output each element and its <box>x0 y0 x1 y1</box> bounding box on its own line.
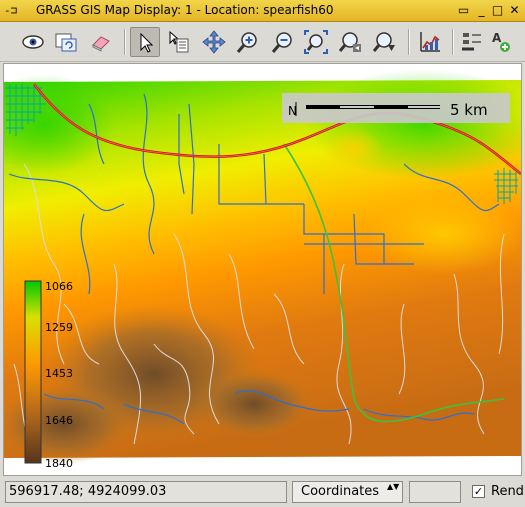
legend-label: 1646 <box>45 414 73 427</box>
text-add-icon: A <box>492 31 510 52</box>
scale-label: 5 km <box>450 101 488 119</box>
legend-label: 1259 <box>45 321 73 334</box>
zoom-options-button[interactable] <box>370 27 400 57</box>
add-text-button[interactable]: A <box>485 27 515 57</box>
overlay-icon <box>462 33 481 51</box>
hill-area <box>364 194 521 274</box>
analyze-chart-icon <box>420 32 440 52</box>
zoom-extent-button[interactable] <box>301 27 331 57</box>
status-bar: 596917.48; 4924099.03 Coordinates ▲▼ ✓ R… <box>0 478 525 507</box>
checkbox-check-icon[interactable]: ✓ <box>472 485 485 498</box>
toolbar-separator <box>408 29 410 55</box>
zoom-out-button[interactable] <box>268 27 298 57</box>
pointer-button[interactable] <box>130 27 160 57</box>
query-button[interactable] <box>164 27 194 57</box>
pan-arrows-icon <box>202 30 226 54</box>
window-menu-icon[interactable]: -⊐ <box>4 4 20 18</box>
scale-bar: N 5 km <box>282 93 510 123</box>
display-map-button[interactable] <box>18 27 48 57</box>
mode-select-value: Coordinates <box>301 484 380 499</box>
zoom-in-button[interactable] <box>233 27 263 57</box>
zoom-in-icon <box>236 32 257 53</box>
map-toolbar: A <box>0 22 525 62</box>
eraser-icon <box>92 36 110 52</box>
render-map-button[interactable] <box>51 27 81 57</box>
legend-label: 1453 <box>45 367 73 380</box>
highland-area <box>194 369 314 439</box>
render-icon <box>55 33 77 52</box>
shade-window-button[interactable]: ▭ <box>456 3 471 18</box>
close-window-button[interactable]: ✕ <box>507 3 522 18</box>
map-canvas[interactable]: N 5 km 1066 1259 1453 1646 1840 <box>3 63 522 476</box>
eye-icon <box>22 35 44 49</box>
hill-area <box>324 127 384 171</box>
zoom-extent-icon <box>304 30 328 54</box>
query-icon <box>169 30 189 53</box>
zoom-out-icon <box>271 32 292 53</box>
zoom-options-icon <box>373 32 395 52</box>
spin-arrows-icon: ▲▼ <box>387 482 400 491</box>
pointer-arrow-icon <box>140 32 154 53</box>
statusbar-value-field[interactable] <box>409 481 461 503</box>
svg-text:A: A <box>492 31 502 45</box>
zoom-back-icon <box>339 32 361 52</box>
elevation-map[interactable]: N 5 km 1066 1259 1453 1646 1840 <box>4 64 521 475</box>
render-checkbox[interactable]: ✓ Rend <box>467 481 525 503</box>
legend-label: 1840 <box>45 457 73 470</box>
window-title: GRASS GIS Map Display: 1 - Location: spe… <box>36 3 334 17</box>
overlay-decorations-button[interactable] <box>457 27 487 57</box>
render-label: Rend <box>491 484 524 499</box>
title-bar[interactable]: -⊐ GRASS GIS Map Display: 1 - Location: … <box>0 0 525 22</box>
maximize-window-button[interactable]: □ <box>490 3 505 18</box>
legend-label: 1066 <box>45 280 73 293</box>
zoom-back-button[interactable] <box>336 27 366 57</box>
toolbar-separator <box>124 29 126 55</box>
minimize-window-button[interactable]: _ <box>474 3 489 18</box>
pan-button[interactable] <box>199 27 229 57</box>
erase-display-button[interactable] <box>86 27 116 57</box>
toolbar-separator <box>452 29 454 55</box>
statusbar-mode-select[interactable]: Coordinates ▲▼ <box>292 481 403 503</box>
coordinates-display: 596917.48; 4924099.03 <box>5 481 287 503</box>
analyze-button[interactable] <box>415 27 445 57</box>
